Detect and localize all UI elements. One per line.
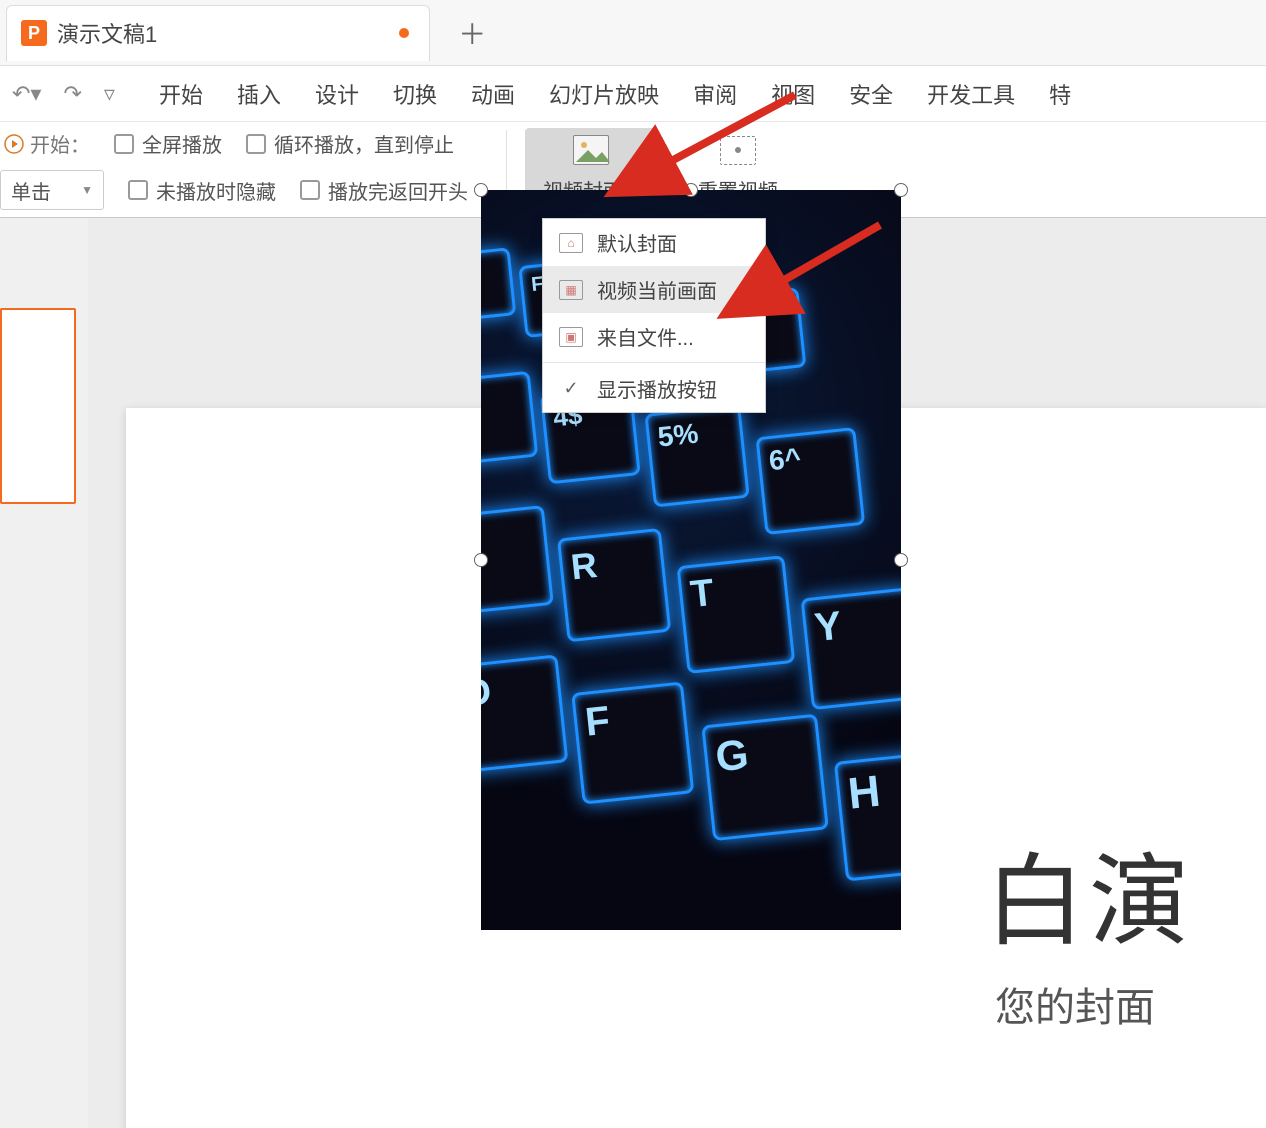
slide-title: 白演: [985, 820, 1266, 965]
tab-title: 演示文稿1: [57, 17, 157, 49]
reset-icon: [720, 136, 756, 165]
dd-current-frame[interactable]: ▦ 视频当前画面: [543, 266, 765, 313]
rewind-checkbox[interactable]: 播放完返回开头: [300, 176, 468, 205]
new-tab-button[interactable]: ＋: [458, 13, 486, 53]
menu-transition[interactable]: 切换: [393, 78, 437, 110]
home-icon: ⌂: [559, 233, 583, 253]
menu-start[interactable]: 开始: [159, 78, 203, 110]
menu-slideshow[interactable]: 幻灯片放映: [549, 78, 659, 110]
check-icon: ✓: [559, 378, 583, 399]
menu-insert[interactable]: 插入: [237, 78, 281, 110]
trigger-dropdown[interactable]: 单击▼: [0, 170, 104, 210]
tab-bar: P 演示文稿1 ＋: [0, 0, 1266, 66]
fullscreen-checkbox[interactable]: 全屏播放: [114, 129, 222, 158]
document-tab[interactable]: P 演示文稿1: [6, 5, 430, 61]
dd-from-file[interactable]: ▣ 来自文件...: [543, 313, 765, 360]
undo-button[interactable]: ↶▾: [12, 81, 41, 107]
menu-devtools[interactable]: 开发工具: [927, 78, 1015, 110]
redo-button[interactable]: ↷: [63, 81, 81, 107]
play-icon: [4, 134, 24, 154]
dd-show-play-button[interactable]: ✓ 显示播放按钮: [543, 365, 765, 412]
picture-icon: ▣: [559, 327, 583, 347]
dd-default-cover[interactable]: ⌂ 默认封面: [543, 219, 765, 266]
more-qat-button[interactable]: ▿: [104, 81, 115, 107]
resize-handle[interactable]: [474, 183, 488, 197]
loop-checkbox[interactable]: 循环播放，直到停止: [246, 129, 454, 158]
thumbnail-panel: [0, 218, 88, 1128]
start-label: 开始：: [0, 129, 90, 158]
resize-handle[interactable]: [474, 553, 488, 567]
unsaved-dot-icon: [399, 28, 409, 38]
menu-animation[interactable]: 动画: [471, 78, 515, 110]
menu-security[interactable]: 安全: [849, 78, 893, 110]
menu-view[interactable]: 视图: [771, 78, 815, 110]
slide-subtitle: 您的封面: [995, 975, 1266, 1033]
menu-review[interactable]: 审阅: [693, 78, 737, 110]
resize-handle[interactable]: [684, 183, 698, 197]
video-cover-dropdown: ⌂ 默认封面 ▦ 视频当前画面 ▣ 来自文件... ✓ 显示播放按钮: [542, 218, 766, 413]
menu-bar: ↶▾ ↷ ▿ 开始 插入 设计 切换 动画 幻灯片放映 审阅 视图 安全 开发工…: [0, 66, 1266, 122]
dropdown-separator: [543, 362, 765, 363]
wps-logo-icon: P: [21, 20, 47, 46]
image-icon: [573, 135, 609, 165]
hide-not-playing-checkbox[interactable]: 未播放时隐藏: [128, 176, 276, 205]
frame-icon: ▦: [559, 280, 583, 300]
menu-design[interactable]: 设计: [315, 78, 359, 110]
resize-handle[interactable]: [894, 553, 908, 567]
menu-extra[interactable]: 特: [1049, 78, 1071, 110]
resize-handle[interactable]: [894, 183, 908, 197]
slide-thumbnail[interactable]: [0, 308, 76, 504]
